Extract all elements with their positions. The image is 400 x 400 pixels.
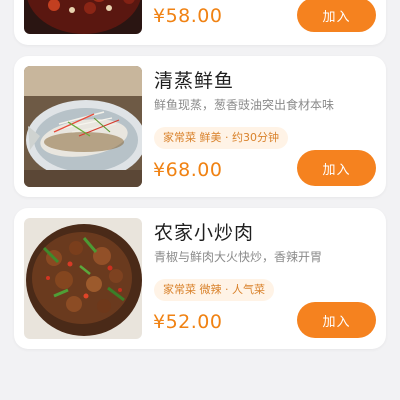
add-to-order-button[interactable]: 加入 [297,150,376,186]
dish-price: ¥52.00 [153,311,223,333]
dish-card[interactable]: 农家小炒肉 青椒与鲜肉大火快炒，香辣开胃 家常菜 微辣 · 人气菜 ¥52.00… [14,208,386,349]
dish-description: 鲜鱼现蒸，葱香豉油突出食材本味 [154,98,335,112]
dish-card[interactable]: ¥58.00 加入 [14,0,386,45]
dish-tag-chip: 家常菜 微辣 · 人气菜 [154,279,274,301]
dish-card[interactable]: 清蒸鲜鱼 鲜鱼现蒸，葱香豉油突出食材本味 家常菜 鲜美 · 约30分钟 ¥68.… [14,56,386,197]
dish-price: ¥68.00 [153,159,223,181]
add-to-order-button[interactable]: 加入 [297,0,376,32]
dish-name: 清蒸鲜鱼 [154,70,235,92]
add-to-order-button[interactable]: 加入 [297,302,376,338]
dish-list: ¥58.00 加入 清蒸鲜鱼 鲜鱼现蒸，葱香豉油突出食材本味 家常菜 鲜美 · … [0,0,400,400]
dish-photo-braised-meat [24,0,142,34]
dish-tag-chip: 家常菜 鲜美 · 约30分钟 [154,127,288,149]
dish-name: 农家小炒肉 [154,222,255,244]
dish-description: 青椒与鲜肉大火快炒，香辣开胃 [154,250,323,264]
dish-price: ¥58.00 [153,5,223,27]
dish-photo-stir-fried-pork [24,218,142,339]
dish-photo-steamed-fish [24,66,142,187]
